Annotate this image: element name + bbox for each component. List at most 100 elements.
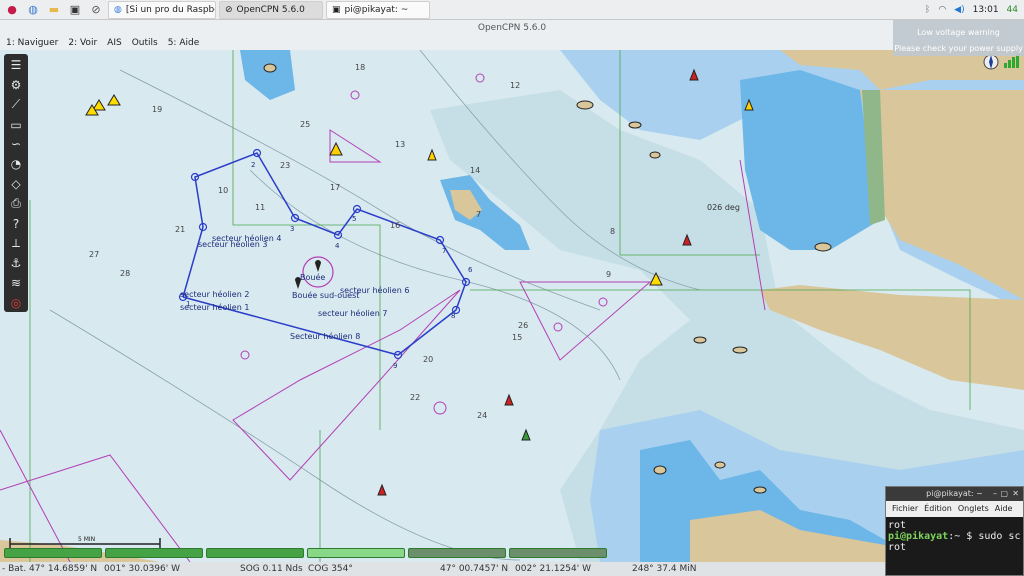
svg-text:5: 5 [352, 215, 356, 223]
status-cursor-lon: 002° 21.1254' W [515, 564, 591, 574]
maximize-icon[interactable]: ▢ [1000, 487, 1008, 501]
wifi-icon[interactable]: ◠ [938, 5, 946, 15]
ais-icon[interactable]: ◇ [6, 175, 26, 194]
svg-text:14: 14 [470, 166, 480, 175]
anchor-icon[interactable]: ⚓ [6, 254, 26, 273]
svg-text:17: 17 [330, 183, 340, 192]
menu-voir[interactable]: 2: Voir [68, 36, 97, 50]
clock[interactable]: 13:01 [973, 5, 999, 15]
close-icon[interactable]: ✕ [1012, 487, 1019, 501]
taskbar-window-opencpn[interactable]: ⊘ OpenCPN 5.6.0 [219, 0, 323, 19]
terminal-titlebar[interactable]: pi@pikayat: ~ – ▢ ✕ [886, 487, 1023, 501]
svg-text:15: 15 [512, 333, 522, 342]
route-icon[interactable]: ∽ [6, 135, 26, 154]
folder-icon[interactable]: ▬ [45, 2, 63, 18]
svg-text:23: 23 [280, 161, 290, 170]
piano-key[interactable] [408, 548, 506, 558]
svg-text:3: 3 [290, 225, 294, 233]
print-icon[interactable]: ⎙ [6, 194, 26, 213]
menu-outils[interactable]: Outils [132, 36, 158, 50]
help-icon[interactable]: ? [6, 214, 26, 233]
svg-text:22: 22 [410, 393, 420, 402]
piano-key[interactable] [206, 548, 304, 558]
measure-icon[interactable]: ⟂ [6, 234, 26, 253]
piano-key[interactable] [307, 548, 405, 558]
menu-aide[interactable]: 5: Aide [168, 36, 200, 50]
chart-toolbar: ☰ ⚙ ⟋ ▭ ∽ ◔ ◇ ⎙ ? ⟂ ⚓ ≋ ◎ [4, 54, 28, 312]
chart-piano-bar [0, 548, 885, 560]
opencpn-icon: ⊘ [225, 4, 233, 15]
minimize-icon[interactable]: – [993, 487, 997, 501]
svg-text:13: 13 [395, 140, 405, 149]
svg-text:28: 28 [120, 269, 130, 278]
raspberry-menu-icon[interactable]: ● [3, 2, 21, 18]
bay-deep [740, 70, 880, 250]
route-manager-icon[interactable]: ⟋ [6, 96, 26, 115]
menu-icon[interactable]: ☰ [6, 56, 26, 75]
svg-text:10: 10 [218, 186, 228, 195]
svg-text:11: 11 [255, 203, 265, 212]
status-cog: COG 354° [308, 564, 353, 574]
status-longitude: 001° 30.0396' W [104, 564, 180, 574]
terminal-output[interactable]: rot pi@pikayat:~ $ sudo sc rot [886, 517, 1023, 553]
terminal-window[interactable]: pi@pikayat: ~ – ▢ ✕ Fichier Édition Ongl… [885, 486, 1024, 576]
bearing-label: 026 deg [707, 203, 740, 212]
piano-key[interactable] [4, 548, 102, 558]
svg-text:5 MIN: 5 MIN [78, 536, 95, 543]
status-cursor-lat: 47° 00.7457' N [440, 564, 509, 574]
svg-text:7: 7 [476, 210, 481, 219]
svg-text:20: 20 [423, 355, 433, 364]
settings-icon[interactable]: ⚙ [6, 76, 26, 95]
low-voltage-warning[interactable]: Low voltage warning Please check your po… [893, 20, 1024, 56]
piano-key[interactable] [509, 548, 607, 558]
tide-icon[interactable]: ≋ [6, 273, 26, 292]
taskbar-window-browser[interactable]: ◍ [Si un pro du Raspber... [108, 0, 216, 19]
svg-text:secteur héolien 2: secteur héolien 2 [180, 289, 249, 299]
bluetooth-icon[interactable]: ᛒ [925, 5, 930, 15]
svg-text:secteur héolien 3: secteur héolien 3 [198, 239, 267, 249]
terminal-menu: Fichier Édition Onglets Aide [886, 501, 1023, 517]
status-sog: SOG 0.11 Nds [240, 564, 303, 574]
svg-text:27: 27 [89, 250, 99, 259]
battery-indicator[interactable]: 44 [1007, 5, 1018, 15]
svg-text:8: 8 [451, 312, 455, 320]
menu-bar: 1: Naviguer 2: Voir AIS Outils 5: Aide [0, 36, 1024, 50]
svg-text:8: 8 [610, 227, 615, 236]
chart-canvas[interactable]: secteur héolien 4 secteur héolien 3 sect… [0, 50, 1024, 562]
north-arrow-icon[interactable] [983, 54, 999, 70]
svg-text:1: 1 [186, 300, 190, 308]
svg-text:secteur héolien 6: secteur héolien 6 [340, 285, 409, 295]
status-latitude: - Bat. 47° 14.6859' N [2, 564, 98, 574]
mob-track-icon[interactable]: ◔ [6, 155, 26, 174]
svg-text:12: 12 [510, 81, 520, 90]
svg-text:24: 24 [477, 411, 487, 420]
taskbar-window-terminal[interactable]: ▣ pi@pikayat: ~ [326, 0, 430, 19]
status-bar: - Bat. 47° 14.6859' N 001° 30.0396' W SO… [0, 562, 885, 576]
terminal-menu-onglets[interactable]: Onglets [958, 501, 989, 517]
tracks-icon[interactable]: ▭ [6, 115, 26, 134]
piano-key[interactable] [105, 548, 203, 558]
terminal-launcher-icon[interactable]: ▣ [66, 2, 84, 18]
browser-icon[interactable]: ◍ [24, 2, 42, 18]
svg-text:9: 9 [393, 362, 397, 370]
volume-icon[interactable]: ◀) [954, 5, 964, 15]
terminal-menu-edition[interactable]: Édition [924, 501, 952, 517]
svg-text:26: 26 [518, 321, 528, 330]
menu-naviguer[interactable]: 1: Naviguer [6, 36, 58, 50]
status-bearing-distance: 248° 37.4 MiN [632, 564, 697, 574]
os-taskbar: ● ◍ ▬ ▣ ⊘ ◍ [Si un pro du Raspber... ⊘ O… [0, 0, 1024, 20]
terminal-menu-aide[interactable]: Aide [995, 501, 1013, 517]
terminal-icon: ▣ [332, 4, 341, 15]
svg-text:16: 16 [390, 221, 400, 230]
terminal-menu-fichier[interactable]: Fichier [892, 501, 918, 517]
opencpn-launcher-icon[interactable]: ⊘ [87, 2, 105, 18]
svg-text:18: 18 [355, 63, 365, 72]
svg-text:Bouée: Bouée [300, 272, 325, 282]
svg-text:21: 21 [175, 225, 185, 234]
svg-text:secteur héolien 7: secteur héolien 7 [318, 308, 387, 318]
nautical-chart[interactable]: secteur héolien 4 secteur héolien 3 sect… [0, 50, 1024, 562]
lifebuoy-icon[interactable]: ◎ [6, 293, 26, 312]
svg-text:19: 19 [152, 105, 162, 114]
menu-ais[interactable]: AIS [107, 36, 122, 50]
svg-text:4: 4 [335, 242, 340, 250]
